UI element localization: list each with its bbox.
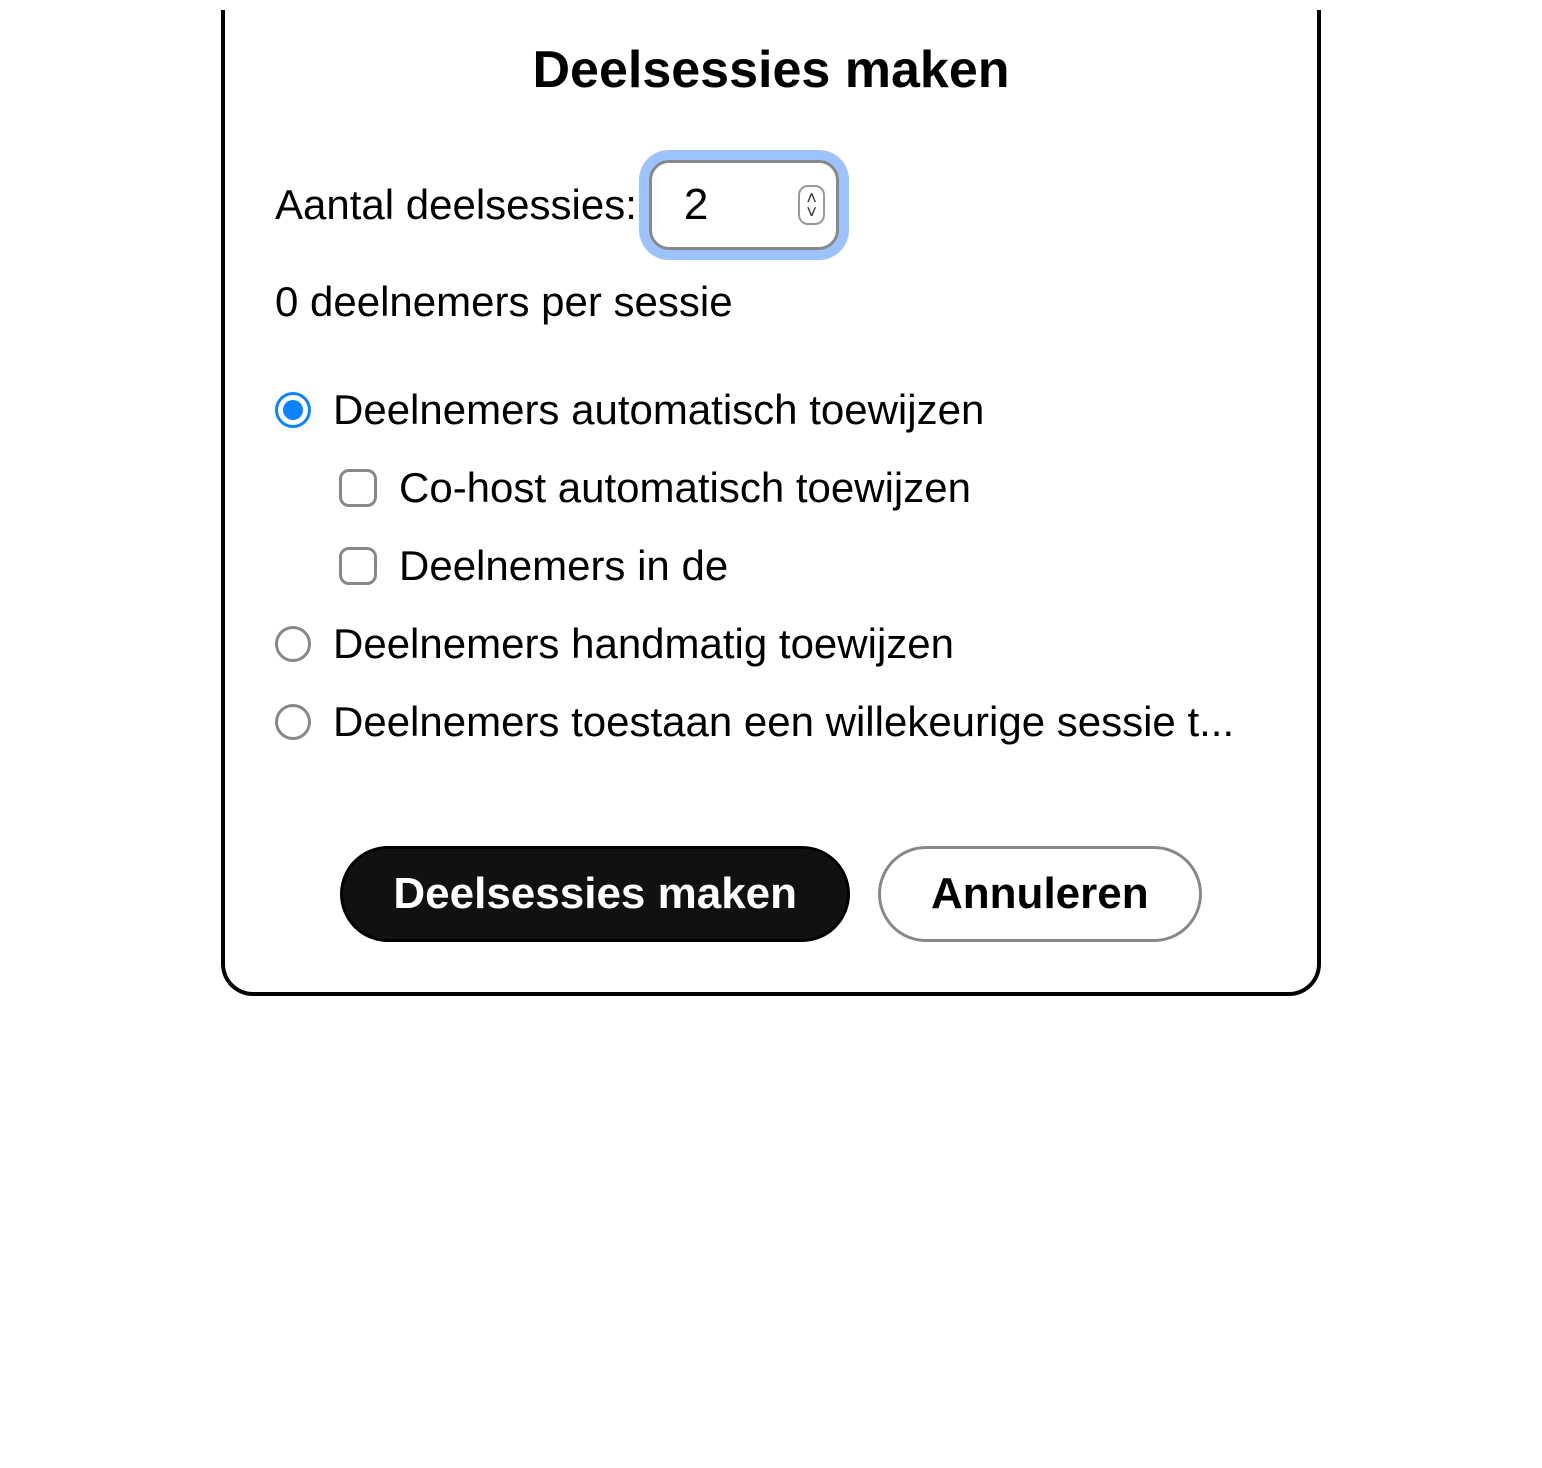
- option-manual-assign[interactable]: Deelnemers handmatig toewijzen: [275, 620, 1267, 668]
- stepper-down-icon[interactable]: ˅: [806, 205, 817, 219]
- dialog-buttons: Deelsessies maken Annuleren: [275, 846, 1267, 942]
- radio-icon[interactable]: [275, 704, 311, 740]
- stepper-arrows: ˄ ˅: [798, 185, 825, 225]
- option-auto-assign-group: Deelnemers automatisch toewijzen Co-host…: [275, 386, 1267, 590]
- checkbox-label: Co-host automatisch toewijzen: [399, 464, 971, 512]
- checkbox-label: Deelnemers in de: [399, 542, 728, 590]
- option-label: Deelnemers toestaan een willekeurige ses…: [333, 698, 1234, 746]
- option-label: Deelnemers handmatig toewijzen: [333, 620, 954, 668]
- checkbox-cohost-auto[interactable]: Co-host automatisch toewijzen: [339, 464, 1267, 512]
- option-auto-assign[interactable]: Deelnemers automatisch toewijzen: [275, 386, 1267, 434]
- session-count-row: Aantal deelsessies: ˄ ˅: [275, 160, 1267, 250]
- create-button[interactable]: Deelsessies maken: [340, 846, 850, 942]
- breakout-rooms-dialog: Deelsessies maken Aantal deelsessies: ˄ …: [221, 10, 1321, 996]
- checkbox-participants-in[interactable]: Deelnemers in de: [339, 542, 1267, 590]
- option-allow-choose[interactable]: Deelnemers toestaan een willekeurige ses…: [275, 698, 1267, 746]
- radio-icon[interactable]: [275, 392, 311, 428]
- radio-icon[interactable]: [275, 626, 311, 662]
- assignment-options: Deelnemers automatisch toewijzen Co-host…: [275, 386, 1267, 746]
- cancel-button[interactable]: Annuleren: [878, 846, 1202, 942]
- auto-assign-suboptions: Co-host automatisch toewijzen Deelnemers…: [275, 464, 1267, 590]
- checkbox-icon[interactable]: [339, 469, 377, 507]
- option-label: Deelnemers automatisch toewijzen: [333, 386, 984, 434]
- session-count-label: Aantal deelsessies:: [275, 181, 637, 229]
- participants-per-session: 0 deelnemers per sessie: [275, 278, 1267, 326]
- checkbox-icon[interactable]: [339, 547, 377, 585]
- session-count-stepper: ˄ ˅: [649, 160, 839, 250]
- dialog-title: Deelsessies maken: [275, 40, 1267, 100]
